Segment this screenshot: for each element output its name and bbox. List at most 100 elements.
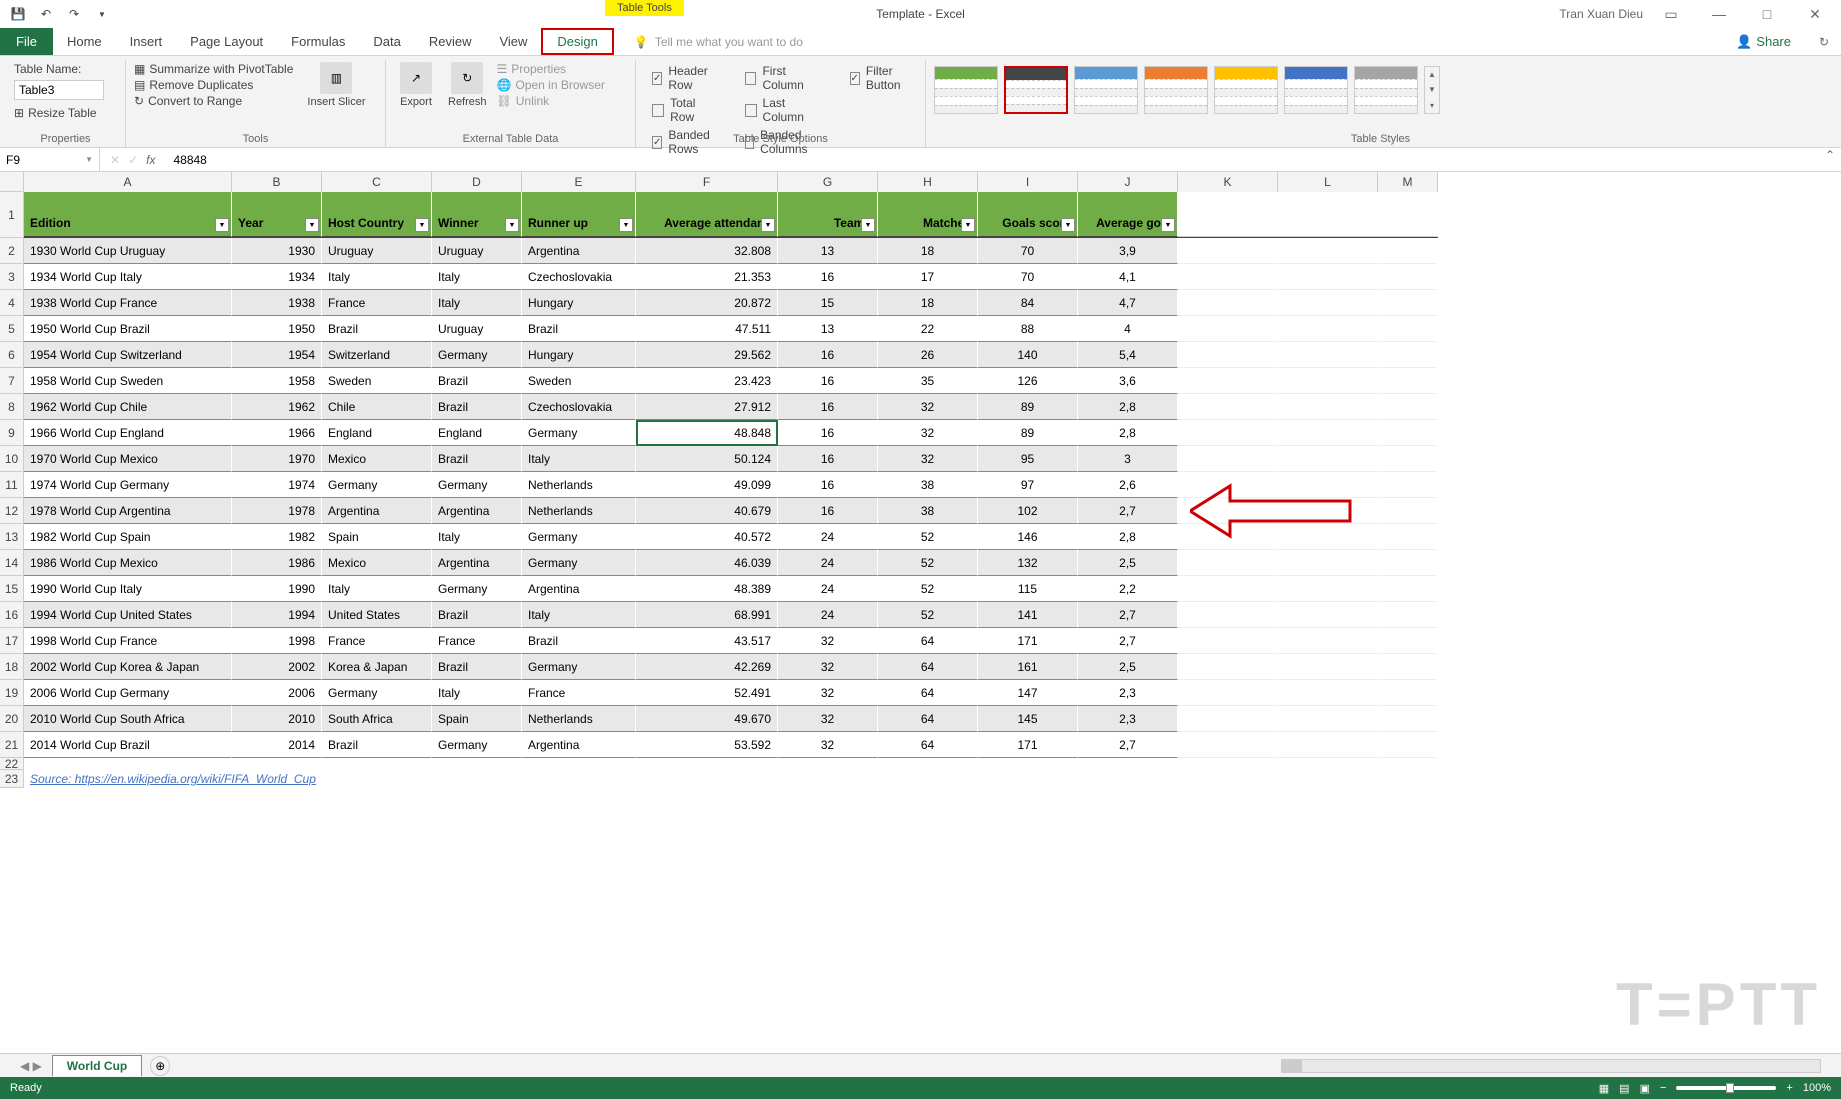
table-cell[interactable]: Czechoslovakia	[522, 264, 636, 290]
filter-dropdown-icon[interactable]: ▼	[415, 218, 429, 232]
table-cell[interactable]: 1962 World Cup Chile	[24, 394, 232, 420]
row-header[interactable]: 20	[0, 706, 24, 732]
row-header[interactable]: 21	[0, 732, 24, 758]
table-cell[interactable]: 1994 World Cup United States	[24, 602, 232, 628]
table-cell[interactable]: 70	[978, 238, 1078, 264]
table-cell[interactable]: Chile	[322, 394, 432, 420]
share-button[interactable]: 👤 Share	[1736, 34, 1791, 50]
table-cell[interactable]: 24	[778, 550, 878, 576]
table-cell[interactable]: 2,8	[1078, 394, 1178, 420]
table-cell[interactable]: Brazil	[432, 394, 522, 420]
zoom-in-icon[interactable]: +	[1786, 1082, 1792, 1094]
table-cell[interactable]: 95	[978, 446, 1078, 472]
table-cell[interactable]: Spain	[432, 706, 522, 732]
row-header[interactable]: 12	[0, 498, 24, 524]
table-cell[interactable]: Germany	[522, 654, 636, 680]
table-cell[interactable]: 64	[878, 680, 978, 706]
table-cell[interactable]: Netherlands	[522, 498, 636, 524]
table-cell[interactable]: 27.912	[636, 394, 778, 420]
table-cell[interactable]: 1934	[232, 264, 322, 290]
column-header[interactable]: K	[1178, 172, 1278, 192]
view-normal-icon[interactable]: ▦	[1599, 1082, 1609, 1095]
row-header[interactable]: 6	[0, 342, 24, 368]
tab-file[interactable]: File	[0, 28, 53, 55]
table-cell[interactable]: 1930	[232, 238, 322, 264]
summarize-pivot-button[interactable]: ▦Summarize with PivotTable	[134, 62, 293, 76]
table-cell[interactable]: 1930 World Cup Uruguay	[24, 238, 232, 264]
table-cell[interactable]: 1982 World Cup Spain	[24, 524, 232, 550]
table-cell[interactable]: 4	[1078, 316, 1178, 342]
table-cell[interactable]: France	[522, 680, 636, 706]
table-cell[interactable]: 5,4	[1078, 342, 1178, 368]
table-cell[interactable]: 1994	[232, 602, 322, 628]
table-cell[interactable]: 13	[778, 238, 878, 264]
table-cell[interactable]: 22	[878, 316, 978, 342]
select-all-corner[interactable]	[0, 172, 24, 192]
ribbon-options-icon[interactable]: ▭	[1651, 2, 1691, 26]
table-cell[interactable]: 38	[878, 498, 978, 524]
table-cell[interactable]: 17	[878, 264, 978, 290]
table-cell[interactable]: 3	[1078, 446, 1178, 472]
table-cell[interactable]: 16	[778, 420, 878, 446]
row-header[interactable]: 9	[0, 420, 24, 446]
table-cell[interactable]: 2,5	[1078, 654, 1178, 680]
table-cell[interactable]: 32	[778, 680, 878, 706]
filter-dropdown-icon[interactable]: ▼	[305, 218, 319, 232]
column-header[interactable]: H	[878, 172, 978, 192]
tab-view[interactable]: View	[485, 28, 541, 55]
table-cell[interactable]: 84	[978, 290, 1078, 316]
table-cell[interactable]: 2,7	[1078, 732, 1178, 758]
table-cell[interactable]: Brazil	[432, 602, 522, 628]
table-cell[interactable]: Spain	[322, 524, 432, 550]
row-header[interactable]: 4	[0, 290, 24, 316]
table-cell[interactable]: 2,5	[1078, 550, 1178, 576]
table-cell[interactable]: 13	[778, 316, 878, 342]
maximize-icon[interactable]: □	[1747, 2, 1787, 26]
table-style-thumb[interactable]	[1074, 66, 1138, 114]
column-header[interactable]: M	[1378, 172, 1438, 192]
table-cell[interactable]: 50.124	[636, 446, 778, 472]
table-cell[interactable]: England	[322, 420, 432, 446]
table-cell[interactable]: 1966 World Cup England	[24, 420, 232, 446]
tab-page-layout[interactable]: Page Layout	[176, 28, 277, 55]
table-cell[interactable]: 24	[778, 602, 878, 628]
tab-insert[interactable]: Insert	[116, 28, 177, 55]
last-column-checkbox[interactable]: Last Column	[745, 96, 824, 124]
table-cell[interactable]: 2006	[232, 680, 322, 706]
table-cell[interactable]: Italy	[432, 290, 522, 316]
table-cell[interactable]: 2,3	[1078, 706, 1178, 732]
zoom-level[interactable]: 100%	[1803, 1082, 1831, 1094]
tab-design[interactable]: Design	[541, 28, 613, 55]
row-header[interactable]: 8	[0, 394, 24, 420]
table-cell[interactable]: 89	[978, 420, 1078, 446]
table-cell[interactable]: Mexico	[322, 446, 432, 472]
table-cell[interactable]: 88	[978, 316, 1078, 342]
table-cell[interactable]: 3,9	[1078, 238, 1178, 264]
table-cell[interactable]: 2010	[232, 706, 322, 732]
table-cell[interactable]: 141	[978, 602, 1078, 628]
table-cell[interactable]: 64	[878, 654, 978, 680]
table-cell[interactable]: Sweden	[322, 368, 432, 394]
table-cell[interactable]: 1990 World Cup Italy	[24, 576, 232, 602]
column-header[interactable]: I	[978, 172, 1078, 192]
row-header[interactable]: 17	[0, 628, 24, 654]
table-cell[interactable]: 40.572	[636, 524, 778, 550]
table-cell[interactable]: Germany	[432, 576, 522, 602]
table-cell[interactable]: Brazil	[522, 316, 636, 342]
table-cell[interactable]: 70	[978, 264, 1078, 290]
table-cell[interactable]: Czechoslovakia	[522, 394, 636, 420]
table-cell[interactable]: England	[432, 420, 522, 446]
table-cell[interactable]: 2010 World Cup South Africa	[24, 706, 232, 732]
table-cell[interactable]: Brazil	[522, 628, 636, 654]
table-cell[interactable]: Netherlands	[522, 706, 636, 732]
table-cell[interactable]: 1998	[232, 628, 322, 654]
row-header[interactable]: 16	[0, 602, 24, 628]
table-cell[interactable]: 89	[978, 394, 1078, 420]
table-name-input[interactable]	[14, 80, 104, 100]
table-cell[interactable]: France	[322, 628, 432, 654]
table-cell[interactable]: 52	[878, 550, 978, 576]
table-cell[interactable]: Mexico	[322, 550, 432, 576]
table-cell[interactable]: Brazil	[432, 446, 522, 472]
table-cell[interactable]: France	[432, 628, 522, 654]
table-cell[interactable]: 52	[878, 524, 978, 550]
